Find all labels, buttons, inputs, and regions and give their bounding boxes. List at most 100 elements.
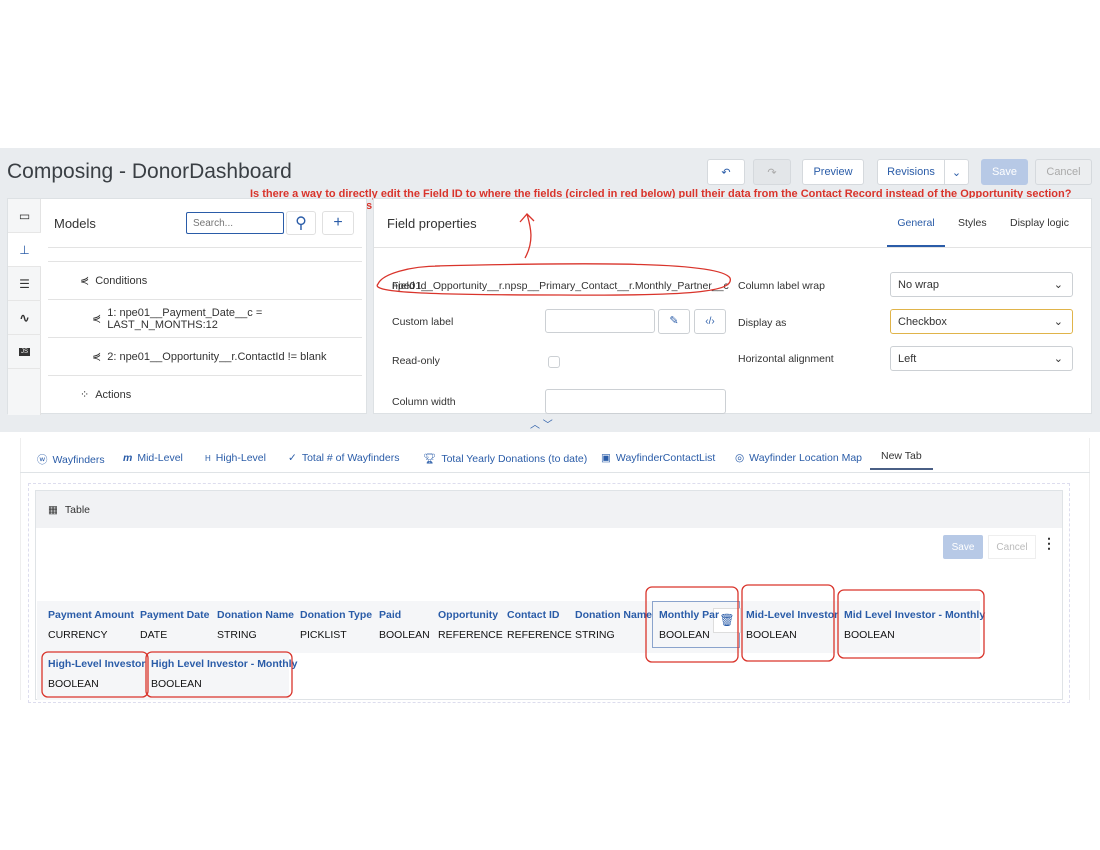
column-type: CURRENCY: [48, 629, 108, 641]
sidebar: ▭ ⊥ ☰ ∿ JS: [8, 199, 41, 415]
tab-wayfinder-location-map[interactable]: ◎ Wayfinder Location Map: [735, 452, 862, 464]
tab-high-level[interactable]: H High-Level: [205, 452, 266, 464]
branch-icon: ⋞: [80, 275, 90, 287]
code-button[interactable]: ‹/›: [694, 309, 726, 334]
model-row-condition-1[interactable]: ⋞ 1: npe01__Payment_Date__c = LAST_N_MONT…: [48, 299, 362, 337]
column-header[interactable]: Donation Type: [300, 609, 372, 621]
column-type: DATE: [140, 629, 168, 641]
column-type: BOOLEAN: [844, 629, 895, 641]
column-header[interactable]: Donation Name: [575, 609, 652, 621]
edit-icon: ✎: [669, 315, 679, 327]
code-icon: ‹/›: [705, 316, 715, 327]
js-icon[interactable]: JS: [8, 335, 41, 369]
custom-label-label: Custom label: [392, 316, 454, 328]
more-options-icon[interactable]: ⋮: [1042, 535, 1056, 552]
column-header[interactable]: Mid Level Investor - Monthly: [844, 609, 985, 621]
row-label: 1: npe01__Payment_Date__c = LAST_N_MONTH…: [107, 306, 263, 331]
tab-label: Mid-Level: [137, 452, 183, 464]
revisions-dropdown[interactable]: ⌄: [944, 159, 969, 185]
model-icon[interactable]: ⊥: [8, 233, 41, 267]
undo-button[interactable]: ↶: [707, 159, 745, 185]
column-header[interactable]: Payment Date: [140, 609, 209, 621]
search-button[interactable]: ⚲: [286, 211, 316, 235]
column-header[interactable]: Contact ID: [507, 609, 560, 621]
column-type: STRING: [575, 629, 615, 641]
tab-label: Wayfinders: [52, 453, 105, 466]
models-panel: ▭ ⊥ ☰ ∿ JS Models ⚲ + ⋞ Conditions ⋞ 1: np…: [7, 198, 367, 415]
column-header[interactable]: Donation Name: [217, 609, 294, 621]
column-header[interactable]: Opportunity: [438, 609, 498, 621]
tab-general[interactable]: General: [887, 217, 945, 247]
models-divider: [48, 247, 362, 261]
column-header[interactable]: Monthly Par: [659, 609, 719, 621]
redo-button[interactable]: ↷: [753, 159, 791, 185]
save-button[interactable]: Save: [981, 159, 1028, 185]
cancel-button[interactable]: Cancel: [1035, 159, 1092, 185]
formula-button[interactable]: ✎: [658, 309, 690, 334]
tab-mid-level[interactable]: m Mid-Level: [123, 452, 183, 464]
row-label: 2: npe01__Opportunity__r.ContactId != bl…: [107, 350, 327, 363]
table-header-bar: ▦ Table: [36, 491, 1062, 528]
select-value: No wrap: [898, 278, 939, 291]
search-icon: ⚲: [295, 215, 307, 232]
field-properties-panel: Field properties General Styles Display …: [373, 198, 1092, 414]
read-only-label: Read-only: [392, 355, 440, 367]
column-type: REFERENCE: [507, 629, 572, 641]
column-type: REFERENCE: [438, 629, 503, 641]
revisions-button[interactable]: Revisions: [877, 159, 945, 185]
tab-total-yearly-donations[interactable]: 🏆︎ Total Yearly Donations (to date): [423, 452, 588, 466]
horizontal-alignment-label: Horizontal alignment: [738, 353, 834, 365]
tab-label: WayfinderContactList: [615, 452, 716, 464]
tab-label: Total Yearly Donations (to date): [441, 452, 588, 465]
column-width-label: Column width: [392, 396, 456, 408]
column-type: BOOLEAN: [379, 629, 430, 641]
model-row-conditions[interactable]: ⋞ Conditions: [48, 261, 362, 299]
tab-wayfinder-contact-list[interactable]: ▣ WayfinderContactList: [601, 452, 715, 464]
redo-icon: ↷: [767, 166, 777, 179]
column-width-input[interactable]: [545, 389, 726, 414]
preview-button[interactable]: Preview: [802, 159, 864, 185]
page-icon[interactable]: ▭: [8, 199, 41, 233]
model-row-condition-2[interactable]: ⋞ 2: npe01__Opportunity__r.ContactId != b…: [48, 337, 362, 375]
table-save-button[interactable]: Save: [943, 535, 983, 559]
tab-wayfinders[interactable]: ⓦ Wayfinders: [37, 452, 105, 467]
column-header[interactable]: High Level Investor - Monthly: [151, 658, 297, 670]
column-header[interactable]: High-Level Investor: [48, 658, 145, 670]
column-type: PICKLIST: [300, 629, 347, 641]
add-model-button[interactable]: +: [322, 211, 354, 235]
chart-icon[interactable]: ∿: [8, 301, 41, 335]
tab-display-logic[interactable]: Display logic: [1010, 217, 1069, 229]
m-icon: m: [123, 452, 133, 464]
tab-total-wayfinders[interactable]: ✓ Total # of Wayfinders: [288, 452, 399, 464]
branch-icon: ⋞: [92, 351, 102, 363]
field-id-value[interactable]: npe01__Opportunity__r.npsp__Primary_Cont…: [392, 280, 729, 292]
divider: [374, 247, 1091, 248]
model-row-actions[interactable]: ⁘ Actions: [48, 375, 362, 413]
read-only-checkbox[interactable]: [548, 356, 560, 368]
tab-label: High-Level: [215, 452, 266, 464]
table-cancel-button[interactable]: Cancel: [988, 535, 1036, 559]
models-search-input[interactable]: [186, 212, 284, 234]
field-properties-title: Field properties: [387, 216, 477, 231]
location-icon: ◎: [735, 452, 745, 464]
column-label-wrap-label: Column label wrap: [738, 280, 825, 292]
resize-handle[interactable]: ︿ ﹀: [530, 416, 553, 431]
chevron-down-icon: ⌄: [1053, 316, 1063, 328]
tab-styles[interactable]: Styles: [958, 217, 987, 229]
display-as-label: Display as: [738, 317, 787, 329]
tab-label: Wayfinder Location Map: [749, 452, 863, 464]
tab-new-tab[interactable]: New Tab: [870, 450, 933, 470]
column-header[interactable]: Paid: [379, 609, 401, 621]
check-circle-icon: ✓: [288, 452, 297, 464]
column-type: BOOLEAN: [48, 678, 99, 690]
trash-icon: 🗑︎: [719, 613, 735, 627]
custom-label-input[interactable]: [545, 309, 655, 333]
branch-icon: ⋞: [92, 313, 102, 325]
display-as-select[interactable]: Checkbox ⌄: [890, 309, 1073, 334]
list-icon[interactable]: ☰: [8, 267, 41, 301]
column-label-wrap-select[interactable]: No wrap ⌄: [890, 272, 1073, 297]
h-icon: H: [205, 453, 211, 463]
horizontal-alignment-select[interactable]: Left ⌄: [890, 346, 1073, 371]
column-header[interactable]: Payment Amount: [48, 609, 134, 621]
column-header[interactable]: Mid-Level Investor: [746, 609, 838, 621]
